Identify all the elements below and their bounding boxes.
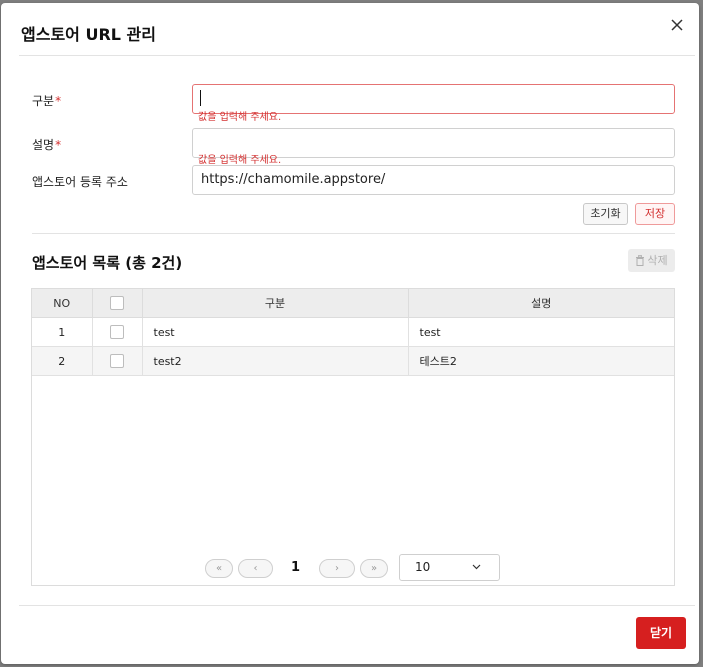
select-all-checkbox[interactable] <box>110 296 124 310</box>
dialog: 앱스토어 URL 관리 구분* 값을 입력해 주세요. 설명* 값을 입력해 주… <box>1 3 699 664</box>
category-error: 값을 입력해 주세요. <box>198 112 282 123</box>
dialog-title: 앱스토어 URL 관리 <box>21 25 156 44</box>
table-row[interactable]: 1 test test <box>32 317 674 347</box>
description-error: 값을 입력해 주세요. <box>198 155 282 166</box>
column-header-category: 구분 <box>142 289 409 318</box>
category-label: 구분* <box>32 94 62 108</box>
header-divider <box>19 55 695 56</box>
close-icon[interactable] <box>669 17 685 33</box>
save-button[interactable]: 저장 <box>635 203 675 225</box>
last-page-button[interactable]: » <box>360 559 388 578</box>
section-divider <box>32 233 675 234</box>
footer-divider <box>19 605 695 606</box>
cell-no: 2 <box>32 346 93 376</box>
cell-no: 1 <box>32 317 93 347</box>
first-page-button[interactable]: « <box>205 559 233 578</box>
data-grid: NO 구분 설명 1 test test 2 test2 테스트2 <box>31 288 675 586</box>
url-input[interactable]: https://chamomile.appstore/ <box>192 165 675 195</box>
chevron-down-icon <box>472 555 481 580</box>
cell-category: test <box>142 317 409 347</box>
description-label: 설명* <box>32 138 62 152</box>
url-label: 앱스토어 등록 주소 <box>32 175 128 189</box>
close-button[interactable]: 닫기 <box>636 617 686 649</box>
reset-button[interactable]: 초기화 <box>583 203 628 225</box>
next-page-button[interactable]: › <box>319 559 355 578</box>
cell-description: test <box>408 317 674 347</box>
row-checkbox[interactable] <box>110 354 124 368</box>
delete-button[interactable]: 삭제 <box>628 249 675 272</box>
table-row[interactable]: 2 test2 테스트2 <box>32 346 674 376</box>
page-size-value: 10 <box>415 560 431 574</box>
list-title: 앱스토어 목록 (총 2건) <box>32 254 183 272</box>
prev-page-button[interactable]: ‹ <box>238 559 273 578</box>
data-table: NO 구분 설명 1 test test 2 test2 테스트2 <box>32 289 674 376</box>
text-cursor <box>200 90 201 106</box>
row-checkbox[interactable] <box>110 325 124 339</box>
cell-select <box>92 346 143 376</box>
cell-category: test2 <box>142 346 409 376</box>
cell-description: 테스트2 <box>408 346 674 376</box>
column-header-description: 설명 <box>408 289 674 318</box>
trash-icon <box>635 251 645 274</box>
column-header-no: NO <box>32 289 93 318</box>
column-header-select <box>92 289 143 318</box>
current-page[interactable]: 1 <box>291 560 300 575</box>
table-header-row: NO 구분 설명 <box>32 289 674 318</box>
page-size-select[interactable]: 10 <box>399 554 500 581</box>
cell-select <box>92 317 143 347</box>
